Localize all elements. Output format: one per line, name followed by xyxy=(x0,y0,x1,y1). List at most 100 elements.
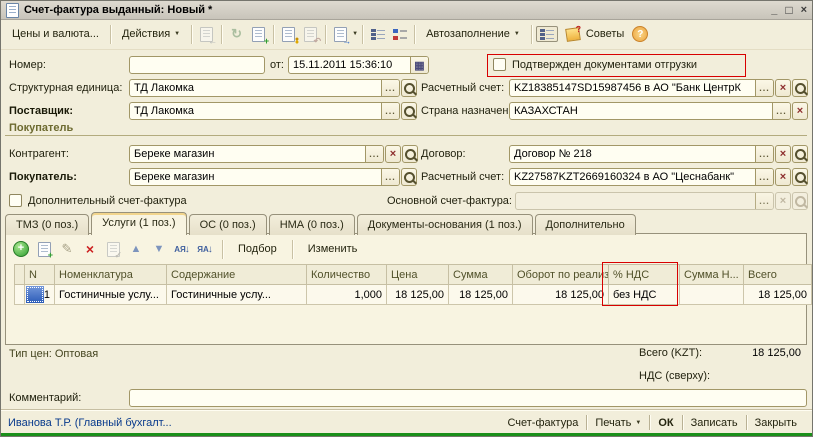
col-nomenclature[interactable]: Номенклатура xyxy=(55,265,167,285)
cell-vat-sum[interactable] xyxy=(680,285,744,305)
col-vat-percent[interactable]: % НДС xyxy=(609,265,680,285)
tips-button[interactable]: Советы xyxy=(559,25,631,44)
go-to-icon[interactable]: → xyxy=(330,25,351,44)
confirmed-checkbox[interactable] xyxy=(493,58,506,71)
tab-tmz[interactable]: ТМЗ (0 поз.) xyxy=(5,214,89,235)
cell-turnover[interactable]: 18 125,00 xyxy=(513,285,609,305)
main-invoice-label: Основной счет-фактура: xyxy=(387,195,512,207)
col-quantity[interactable]: Количество xyxy=(307,265,387,285)
ellipsis-icon[interactable]: ... xyxy=(755,80,773,96)
col-price[interactable]: Цена xyxy=(387,265,449,285)
print-button[interactable]: Печать▼ xyxy=(587,414,649,432)
save-button[interactable]: Записать xyxy=(683,414,746,432)
change-button[interactable]: Изменить xyxy=(301,240,365,258)
move-down-button[interactable]: ▼ xyxy=(150,241,168,258)
open-button[interactable] xyxy=(401,168,417,186)
autofill-menu-button[interactable]: Автозаполнение▼ xyxy=(419,25,527,43)
row-number-cell[interactable]: 1 xyxy=(25,285,55,305)
ellipsis-icon[interactable]: ... xyxy=(772,103,790,119)
open-button[interactable] xyxy=(401,102,417,120)
col-content[interactable]: Содержание xyxy=(167,265,307,285)
responsible-person-link[interactable]: Иванова Т.Р. (Главный бухгалт... xyxy=(8,417,172,429)
calendar-icon[interactable]: ▦ xyxy=(410,57,428,73)
clear-button[interactable]: × xyxy=(792,102,808,120)
cell-price[interactable]: 18 125,00 xyxy=(387,285,449,305)
close-button[interactable]: × xyxy=(801,2,807,18)
col-sum[interactable]: Сумма xyxy=(449,265,513,285)
number-input[interactable] xyxy=(129,56,265,74)
tab-additional[interactable]: Дополнительно xyxy=(535,214,636,235)
tab-os[interactable]: ОС (0 поз.) xyxy=(189,214,267,235)
copy-add-icon[interactable]: + xyxy=(248,25,269,44)
sort-asc-button[interactable]: АЯ↓ xyxy=(173,241,191,258)
ok-button[interactable]: ОК xyxy=(650,414,681,432)
cell-content[interactable]: Гостиничные услу... xyxy=(167,285,307,305)
structure-icon[interactable] xyxy=(367,25,388,44)
clear-button[interactable]: × xyxy=(775,79,791,97)
minimize-button[interactable]: _ xyxy=(771,2,777,18)
settings-marks-icon[interactable] xyxy=(389,25,410,44)
ellipsis-icon[interactable]: ... xyxy=(381,103,399,119)
buyer-field[interactable]: Береке магазин ... xyxy=(129,168,400,186)
toolbar-separator xyxy=(191,25,192,44)
supplier-field[interactable]: ТД Лакомка ... xyxy=(129,102,400,120)
actions-menu-button[interactable]: Действия▼ xyxy=(115,25,187,43)
table-row[interactable]: 1 Гостиничные услу... Гостиничные услу..… xyxy=(15,285,812,305)
additional-invoice-checkbox[interactable] xyxy=(9,194,22,207)
contract-field[interactable]: Договор № 218 ... xyxy=(509,145,774,163)
close-form-button[interactable]: Закрыть xyxy=(747,414,805,432)
comment-input[interactable] xyxy=(129,389,807,407)
contractor-field[interactable]: Береке магазин ... xyxy=(129,145,384,163)
open-button[interactable] xyxy=(401,79,417,97)
help-icon[interactable]: ? xyxy=(632,26,648,42)
prices-currency-button[interactable]: Цены и валюта... xyxy=(5,25,106,43)
ellipsis-icon[interactable]: ... xyxy=(755,146,773,162)
open-button[interactable] xyxy=(402,145,418,163)
magnifier-icon xyxy=(404,172,415,183)
end-edit-button: ✓ xyxy=(104,241,122,258)
destination-country-field[interactable]: КАЗАХСТАН ... xyxy=(509,102,791,120)
titlebar[interactable]: Счет-фактура выданный: Новый * _ □ × xyxy=(1,1,812,20)
invoice-button[interactable]: Счет-фактура xyxy=(499,414,586,432)
delete-row-button[interactable]: × xyxy=(81,241,99,258)
ellipsis-icon[interactable]: ... xyxy=(381,169,399,185)
move-up-button[interactable]: ▲ xyxy=(127,241,145,258)
row-marker-cell[interactable] xyxy=(15,285,25,305)
clear-button[interactable]: × xyxy=(775,168,791,186)
settlement-account-field[interactable]: KZ18385147SD15987456 в АО "Банк ЦентрК .… xyxy=(509,79,774,97)
tab-basis-documents[interactable]: Документы-основания (1 поз.) xyxy=(357,214,533,235)
ellipsis-icon[interactable]: ... xyxy=(381,80,399,96)
col-turnover[interactable]: Оборот по реализ... xyxy=(513,265,609,285)
magnifier-icon xyxy=(795,196,806,207)
cell-quantity[interactable]: 1,000 xyxy=(307,285,387,305)
col-vat-sum[interactable]: Сумма Н... xyxy=(680,265,744,285)
tab-nma[interactable]: НМА (0 поз.) xyxy=(269,214,355,235)
ellipsis-icon[interactable]: ... xyxy=(365,146,383,162)
clear-button[interactable]: × xyxy=(385,145,401,163)
date-input[interactable]: 15.11.2011 15:36:10 ▦ xyxy=(288,56,429,74)
col-n[interactable]: N xyxy=(25,265,55,285)
tab-services[interactable]: Услуги (1 поз.) xyxy=(91,212,186,235)
structural-unit-field[interactable]: ТД Лакомка ... xyxy=(129,79,400,97)
post-document-icon[interactable]: ● xyxy=(278,25,299,44)
open-button[interactable] xyxy=(792,145,808,163)
buyer-account-field[interactable]: KZ27587KZT2669160324 в АО "Цеснабанк" ..… xyxy=(509,168,774,186)
clear-button: × xyxy=(775,192,791,210)
open-button[interactable] xyxy=(792,79,808,97)
maximize-button[interactable]: □ xyxy=(785,2,792,18)
cell-sum[interactable]: 18 125,00 xyxy=(449,285,513,305)
copy-row-button[interactable]: + xyxy=(35,241,53,258)
service-panel-toggle-button[interactable] xyxy=(536,26,558,42)
sort-desc-button[interactable]: ЯА↓ xyxy=(196,241,214,258)
cell-nomenclature[interactable]: Гостиничные услу... xyxy=(55,285,167,305)
date-prefix-label: от: xyxy=(270,59,284,71)
pick-button[interactable]: Подбор xyxy=(231,240,284,258)
add-row-button[interactable]: + xyxy=(12,241,30,258)
col-total[interactable]: Всего xyxy=(744,265,812,285)
contractor-label: Контрагент: xyxy=(9,148,69,160)
open-button[interactable] xyxy=(792,168,808,186)
ellipsis-icon[interactable]: ... xyxy=(755,169,773,185)
cell-vat-percent[interactable]: без НДС xyxy=(609,285,680,305)
clear-button[interactable]: × xyxy=(775,145,791,163)
cell-total[interactable]: 18 125,00 xyxy=(744,285,812,305)
